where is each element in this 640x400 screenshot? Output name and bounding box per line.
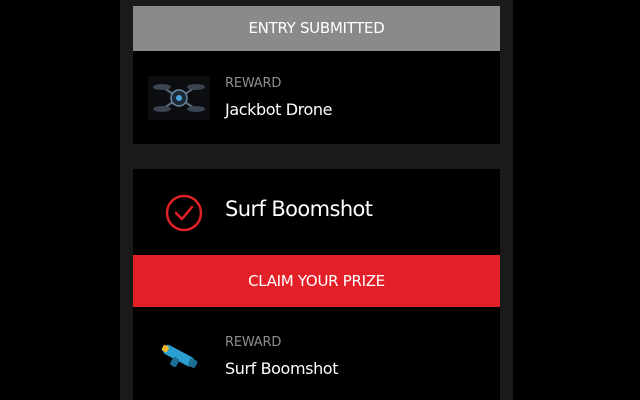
reward-label: REWARD xyxy=(225,76,282,91)
drone-icon xyxy=(148,76,210,120)
claim-prize-button[interactable]: CLAIM YOUR PRIZE xyxy=(133,255,500,307)
reward-name: Surf Boomshot xyxy=(225,359,339,378)
entry-submitted-banner: ENTRY SUBMITTED xyxy=(133,6,500,51)
entry-card-submitted: ENTRY SUBMITTED REWARD Jackbot Drone xyxy=(133,6,500,144)
check-circle-icon xyxy=(165,194,203,232)
entry-card-won: Surf Boomshot CLAIM YOUR PRIZE REWARD Su… xyxy=(133,169,500,400)
blaster-icon xyxy=(148,335,210,379)
reward-label: REWARD xyxy=(225,335,282,350)
reward-row: REWARD Jackbot Drone xyxy=(133,58,500,128)
reward-row: REWARD Surf Boomshot xyxy=(133,317,500,387)
prize-title: Surf Boomshot xyxy=(225,197,373,221)
reward-name: Jackbot Drone xyxy=(225,100,333,119)
